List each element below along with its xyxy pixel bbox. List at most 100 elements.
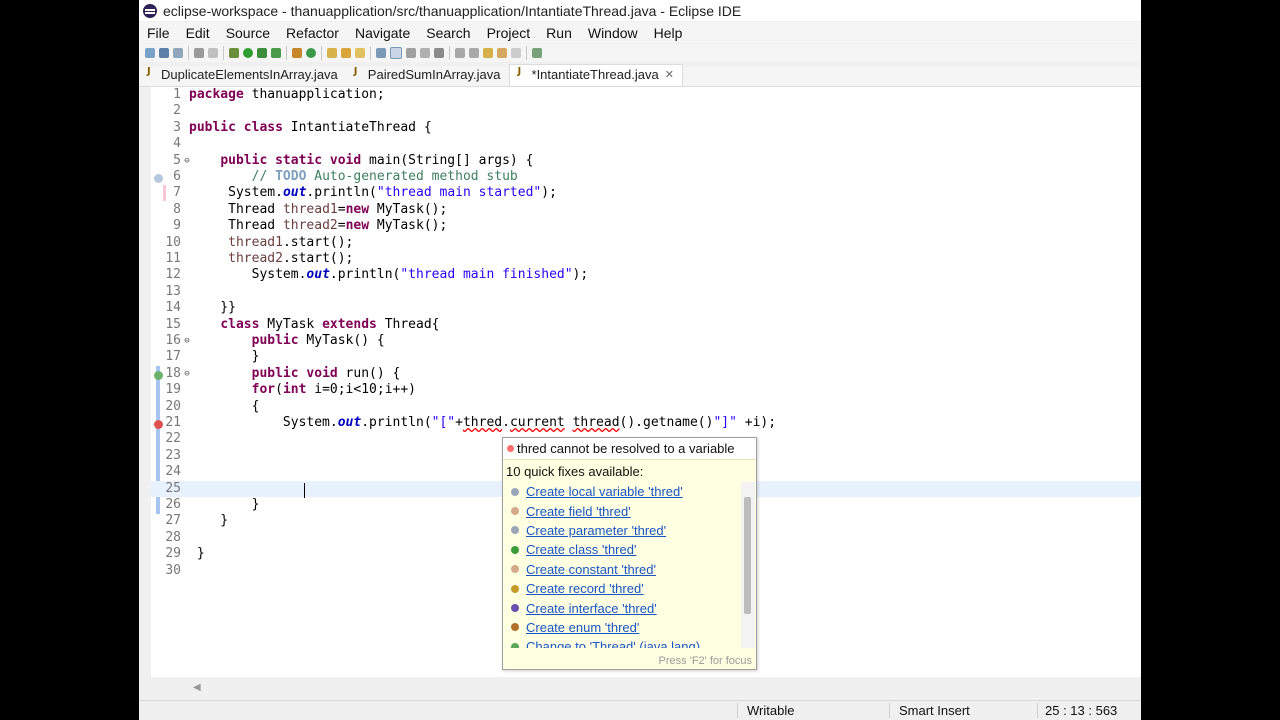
code-token: i=0;i<10;i++) [306, 382, 416, 398]
tab-intantiate-thread[interactable]: *IntantiateThread.java ✕ [508, 64, 683, 86]
error-token[interactable]: thred [463, 415, 502, 430]
quick-fix-create-record[interactable]: Create record 'thred' [503, 579, 741, 598]
new-java-class-icon[interactable] [306, 48, 316, 58]
code-text: thread2.start(); [189, 251, 353, 267]
tab-paired-sum[interactable]: PairedSumInArray.java [346, 65, 509, 86]
menu-project[interactable]: Project [479, 25, 539, 41]
horizontal-scrollbar[interactable]: ◀ [151, 682, 1141, 696]
toolbar-separator [286, 46, 287, 60]
quick-fix-change-to-thread[interactable]: Change to 'Thread' (java.lang) [503, 637, 741, 648]
menu-refactor[interactable]: Refactor [278, 25, 347, 41]
scrollbar-thumb[interactable] [744, 497, 751, 614]
class-icon [511, 545, 519, 554]
quick-fix-label: Create interface 'thred' [526, 600, 657, 616]
line-number: 1 [173, 87, 181, 102]
quick-fix-create-parameter[interactable]: Create parameter 'thred' [503, 521, 741, 540]
menu-help[interactable]: Help [646, 25, 691, 41]
static-field: out [282, 185, 307, 201]
open-type-icon[interactable] [327, 48, 337, 58]
terminal-icon[interactable] [194, 48, 204, 58]
quick-fix-create-interface[interactable]: Create interface 'thred' [503, 598, 741, 617]
toolbar-separator [188, 46, 189, 60]
code-line: 2 [151, 103, 1141, 119]
status-divider [737, 703, 738, 718]
line-number: 30 [165, 562, 181, 578]
external-tools-icon[interactable] [271, 48, 281, 58]
code-token: run() { [337, 365, 401, 381]
line-number: 15 [165, 316, 181, 332]
quick-fix-create-local-variable[interactable]: Create local variable 'thred' [503, 482, 741, 501]
code-token: main(String[] args) { [361, 152, 534, 168]
main-toolbar [139, 44, 1141, 62]
last-edit-location-icon[interactable] [483, 48, 493, 58]
right-letterbox [1141, 0, 1280, 720]
toggle-word-wrap-icon[interactable] [406, 48, 416, 58]
quick-fix-create-field[interactable]: Create field 'thred' [503, 501, 741, 520]
toggle-mark-occurrences-icon[interactable] [390, 47, 402, 59]
run-icon[interactable] [243, 48, 253, 58]
quick-fix-create-class[interactable]: Create class 'thred' [503, 540, 741, 559]
quick-fix-label: Create class 'thred' [526, 542, 637, 558]
next-annotation-icon[interactable] [376, 48, 386, 58]
quick-fix-create-enum[interactable]: Create enum 'thred' [503, 618, 741, 637]
toolbar-separator [526, 46, 527, 60]
code-text: thread1.start(); [189, 235, 353, 251]
new-icon[interactable] [145, 48, 155, 58]
quick-fix-scrollbar[interactable] [741, 482, 755, 648]
code-token: Thread [228, 218, 283, 234]
close-tab-icon[interactable]: ✕ [665, 68, 674, 81]
menu-search[interactable]: Search [418, 25, 478, 41]
menu-file[interactable]: File [139, 25, 178, 41]
menu-source[interactable]: Source [218, 25, 278, 41]
prev-edit-icon[interactable] [469, 48, 479, 58]
forward-icon[interactable] [511, 48, 521, 58]
next-edit-icon[interactable] [455, 48, 465, 58]
menu-edit[interactable]: Edit [178, 25, 218, 41]
code-token: ().getname() [619, 415, 714, 430]
string-literal: "]" [713, 415, 737, 430]
error-token[interactable]: thread [573, 415, 620, 430]
status-insert-mode: Smart Insert [899, 703, 970, 718]
save-icon[interactable] [159, 48, 169, 58]
code-line: 16 ⊖ public MyTask() { [151, 333, 1141, 349]
block-selection-icon[interactable] [420, 48, 430, 58]
code-token: .println( [329, 267, 401, 283]
quick-fix-popup[interactable]: thred cannot be resolved to a variable 1… [502, 437, 757, 670]
debug-icon[interactable] [229, 48, 239, 58]
tab-duplicate-elements[interactable]: DuplicateElementsInArray.java [139, 65, 346, 86]
coverage-icon[interactable] [257, 48, 267, 58]
menu-navigate[interactable]: Navigate [347, 25, 418, 41]
new-java-package-icon[interactable] [292, 48, 302, 58]
quick-fix-label: Create constant 'thred' [526, 561, 656, 577]
search-icon[interactable] [355, 48, 365, 58]
line-number: 18 [165, 365, 181, 381]
code-editor[interactable]: 1 package thanuapplication; 2 3 public cla… [151, 87, 1141, 677]
code-token: . [502, 415, 510, 430]
skip-breakpoints-icon[interactable] [208, 48, 218, 58]
code-text: public void run() { [189, 365, 401, 382]
error-token[interactable]: current [510, 415, 565, 430]
back-icon[interactable] [497, 48, 507, 58]
menu-window[interactable]: Window [580, 25, 646, 41]
line-number: 21 [165, 415, 181, 430]
editor-tab-bar: DuplicateElementsInArray.java PairedSumI… [139, 64, 1141, 87]
code-text: // TODO Auto-generated method stub [189, 169, 518, 185]
scroll-left-icon[interactable]: ◀ [193, 682, 201, 693]
eclipse-window: eclipse-workspace - thanuapplication/src… [139, 0, 1141, 720]
menu-run[interactable]: Run [538, 25, 580, 41]
keyword: new [345, 218, 370, 234]
line-number: 13 [165, 283, 181, 299]
open-task-icon[interactable] [341, 48, 351, 58]
pin-editor-icon[interactable] [532, 48, 542, 58]
show-whitespace-icon[interactable] [434, 48, 444, 58]
line-number: 23 [165, 447, 181, 463]
quick-fix-create-constant[interactable]: Create constant 'thred' [503, 560, 741, 579]
toolbar-separator [321, 46, 322, 60]
save-all-icon[interactable] [173, 48, 183, 58]
keyword: static [275, 152, 323, 168]
interface-icon [511, 604, 519, 613]
code-line: 13 [151, 284, 1141, 300]
code-line: 19 for(int i=0;i<10;i++) [151, 382, 1141, 398]
